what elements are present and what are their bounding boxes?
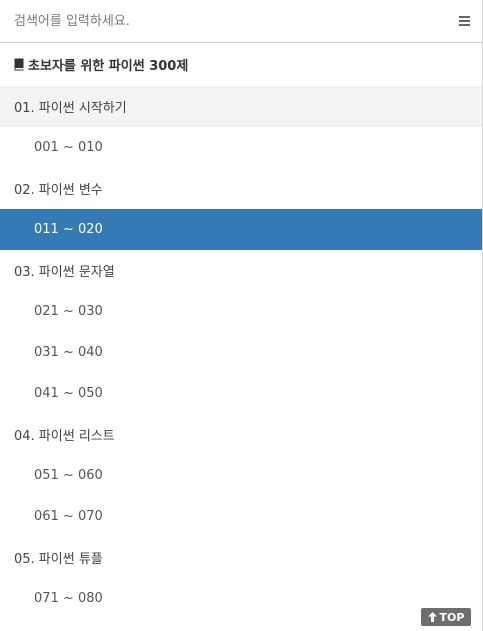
nav-section-071-080[interactable]: 071 ~ 080 bbox=[0, 578, 482, 619]
nav-item-label: 011 ~ 020 bbox=[34, 222, 103, 237]
nav-item-label: 01. 파이썬 시작하기 bbox=[14, 101, 127, 116]
nav-section-001-010[interactable]: 001 ~ 010 bbox=[0, 127, 482, 168]
arrow-up-icon bbox=[427, 612, 437, 622]
nav-chapter-04[interactable]: 04. 파이썬 리스트 bbox=[0, 414, 482, 455]
hamburger-menu-icon[interactable] bbox=[459, 16, 470, 27]
nav-section-051-060[interactable]: 051 ~ 060 bbox=[0, 455, 482, 496]
nav-item-label: 001 ~ 010 bbox=[34, 140, 103, 155]
chapter-nav-list: 01. 파이썬 시작하기 001 ~ 010 02. 파이썬 변수 011 ~ … bbox=[0, 86, 482, 619]
nav-section-061-070[interactable]: 061 ~ 070 bbox=[0, 496, 482, 537]
top-button-label: TOP bbox=[439, 610, 465, 624]
nav-section-021-030[interactable]: 021 ~ 030 bbox=[0, 291, 482, 332]
nav-section-031-040[interactable]: 031 ~ 040 bbox=[0, 332, 482, 373]
nav-chapter-01[interactable]: 01. 파이썬 시작하기 bbox=[0, 86, 482, 127]
book-title-label: 초보자를 위한 파이썬 300제 bbox=[28, 59, 189, 74]
nav-item-label: 04. 파이썬 리스트 bbox=[14, 429, 115, 444]
nav-item-label: 041 ~ 050 bbox=[34, 386, 103, 401]
search-bar bbox=[0, 0, 482, 43]
nav-item-label: 071 ~ 080 bbox=[34, 591, 103, 606]
nav-item-label: 03. 파이썬 문자열 bbox=[14, 265, 115, 280]
nav-item-label: 051 ~ 060 bbox=[34, 468, 103, 483]
nav-section-041-050[interactable]: 041 ~ 050 bbox=[0, 373, 482, 414]
nav-item-label: 021 ~ 030 bbox=[34, 304, 103, 319]
scroll-to-top-button[interactable]: TOP bbox=[421, 608, 471, 626]
nav-chapter-02[interactable]: 02. 파이썬 변수 bbox=[0, 168, 482, 209]
book-icon bbox=[14, 58, 24, 71]
nav-item-label: 02. 파이썬 변수 bbox=[14, 183, 103, 198]
nav-item-label: 031 ~ 040 bbox=[34, 345, 103, 360]
search-input[interactable] bbox=[0, 0, 440, 42]
nav-item-label: 05. 파이썬 튜플 bbox=[14, 552, 103, 567]
nav-section-011-020-active[interactable]: 011 ~ 020 bbox=[0, 209, 482, 250]
book-title[interactable]: 초보자를 위한 파이썬 300제 bbox=[0, 43, 482, 86]
nav-item-label: 061 ~ 070 bbox=[34, 509, 103, 524]
nav-chapter-03[interactable]: 03. 파이썬 문자열 bbox=[0, 250, 482, 291]
toc-sidebar: 초보자를 위한 파이썬 300제 01. 파이썬 시작하기 001 ~ 010 … bbox=[0, 0, 483, 631]
nav-chapter-05[interactable]: 05. 파이썬 튜플 bbox=[0, 537, 482, 578]
